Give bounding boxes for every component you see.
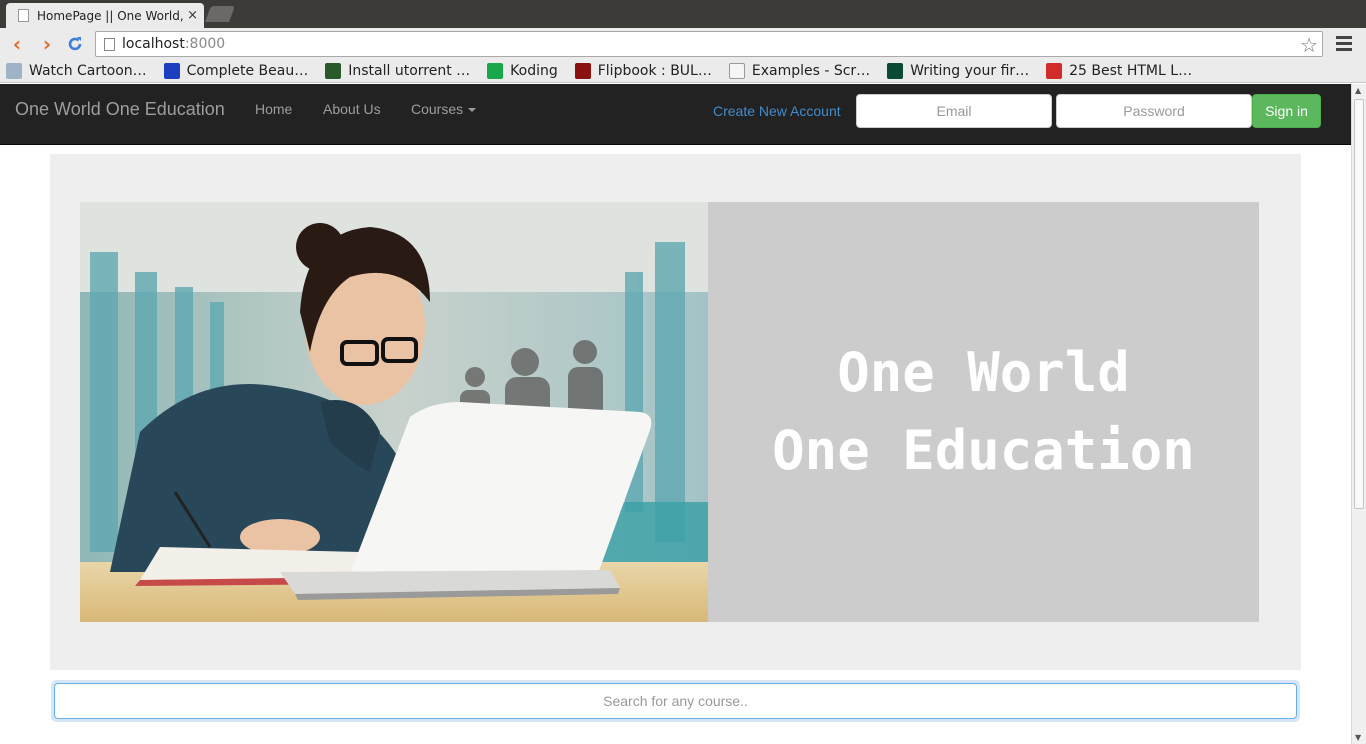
site-brand[interactable]: One World One Education bbox=[15, 99, 225, 120]
course-search-wrapper bbox=[51, 680, 1300, 722]
bookmark-label: Writing your fir… bbox=[910, 63, 1030, 79]
scrollbar-thumb[interactable] bbox=[1354, 99, 1364, 509]
cartoon-icon bbox=[6, 63, 22, 79]
bookmark-label: Examples - Scr… bbox=[751, 63, 871, 79]
sign-in-button[interactable]: Sign in bbox=[1252, 94, 1321, 128]
page-icon bbox=[18, 9, 29, 22]
bookmark-item[interactable]: Koding bbox=[487, 63, 558, 79]
django-icon bbox=[887, 63, 904, 79]
scroll-down-icon[interactable]: ▼ bbox=[1355, 733, 1361, 742]
bookmark-item[interactable]: Writing your fir… bbox=[887, 63, 1029, 79]
bookmark-star-icon[interactable]: ☆ bbox=[1300, 33, 1318, 57]
koding-icon bbox=[487, 63, 504, 79]
utorrent-icon bbox=[325, 63, 342, 79]
url-port: :8000 bbox=[184, 36, 226, 52]
scroll-up-icon[interactable]: ▲ bbox=[1355, 86, 1361, 95]
bookmark-label: Koding bbox=[510, 63, 558, 79]
back-icon[interactable]: ‹ bbox=[6, 32, 28, 56]
page-icon bbox=[728, 63, 745, 79]
hero-title-line2: One Education bbox=[772, 419, 1195, 482]
browser-tab[interactable]: HomePage || One World,O × bbox=[6, 3, 204, 28]
bookmark-label: 25 Best HTML L… bbox=[1069, 63, 1193, 79]
bookmark-item[interactable]: 25 Best HTML L… bbox=[1046, 63, 1192, 79]
course-search-input[interactable] bbox=[54, 683, 1297, 719]
bookmarks-bar: Watch Cartoon… Complete Beau… Install utor… bbox=[0, 60, 1366, 83]
beau-icon bbox=[163, 63, 180, 79]
password-field[interactable] bbox=[1056, 94, 1252, 128]
nav-home[interactable]: Home bbox=[255, 101, 292, 117]
nav-about-us[interactable]: About Us bbox=[323, 101, 381, 117]
url-host: localhost bbox=[122, 36, 185, 52]
hero-banner: One World One Education bbox=[708, 202, 1259, 622]
caret-down-icon bbox=[468, 108, 477, 113]
reload-icon[interactable] bbox=[64, 33, 86, 55]
create-account-link[interactable]: Create New Account bbox=[713, 103, 841, 119]
bookmark-item[interactable]: Complete Beau… bbox=[163, 63, 309, 79]
nav-courses-label: Courses bbox=[411, 101, 464, 117]
page-scrollbar[interactable]: ▲ ▼ bbox=[1351, 84, 1366, 744]
site-navbar: One World One Education Home About Us Co… bbox=[0, 84, 1351, 145]
new-tab-button[interactable] bbox=[205, 6, 235, 22]
nav-courses-dropdown[interactable]: Courses bbox=[411, 101, 477, 117]
flipbook-icon bbox=[574, 63, 591, 79]
bookmark-label: Watch Cartoon… bbox=[29, 63, 147, 79]
hero-student-photo bbox=[80, 202, 708, 622]
close-icon[interactable]: × bbox=[187, 8, 198, 23]
hero-jumbotron: One World One Education bbox=[50, 154, 1301, 670]
browser-menu-icon[interactable] bbox=[1334, 33, 1354, 55]
bookmark-label: Install utorrent … bbox=[348, 63, 471, 79]
bookmark-label: Flipbook : BUL… bbox=[597, 63, 712, 79]
hero-title-line1: One World bbox=[837, 341, 1130, 404]
email-field[interactable] bbox=[856, 94, 1052, 128]
browser-toolbar: ‹ › localhost :8000 ☆ bbox=[0, 28, 1366, 60]
bookmark-item[interactable]: Watch Cartoon… bbox=[6, 63, 147, 79]
tab-title: HomePage || One World,O bbox=[37, 8, 184, 23]
address-bar[interactable]: localhost :8000 ☆ bbox=[95, 31, 1323, 57]
bookmark-label: Complete Beau… bbox=[186, 63, 309, 79]
browser-tabstrip: HomePage || One World,O × bbox=[0, 0, 1366, 28]
html-icon bbox=[1046, 63, 1063, 79]
bookmark-item[interactable]: Install utorrent … bbox=[325, 63, 470, 79]
bookmark-item[interactable]: Examples - Scr… bbox=[728, 63, 871, 79]
page-viewport: One World One Education Home About Us Co… bbox=[0, 84, 1351, 744]
forward-icon[interactable]: › bbox=[36, 32, 58, 56]
page-icon bbox=[104, 37, 115, 51]
bookmark-item[interactable]: Flipbook : BUL… bbox=[574, 63, 712, 79]
